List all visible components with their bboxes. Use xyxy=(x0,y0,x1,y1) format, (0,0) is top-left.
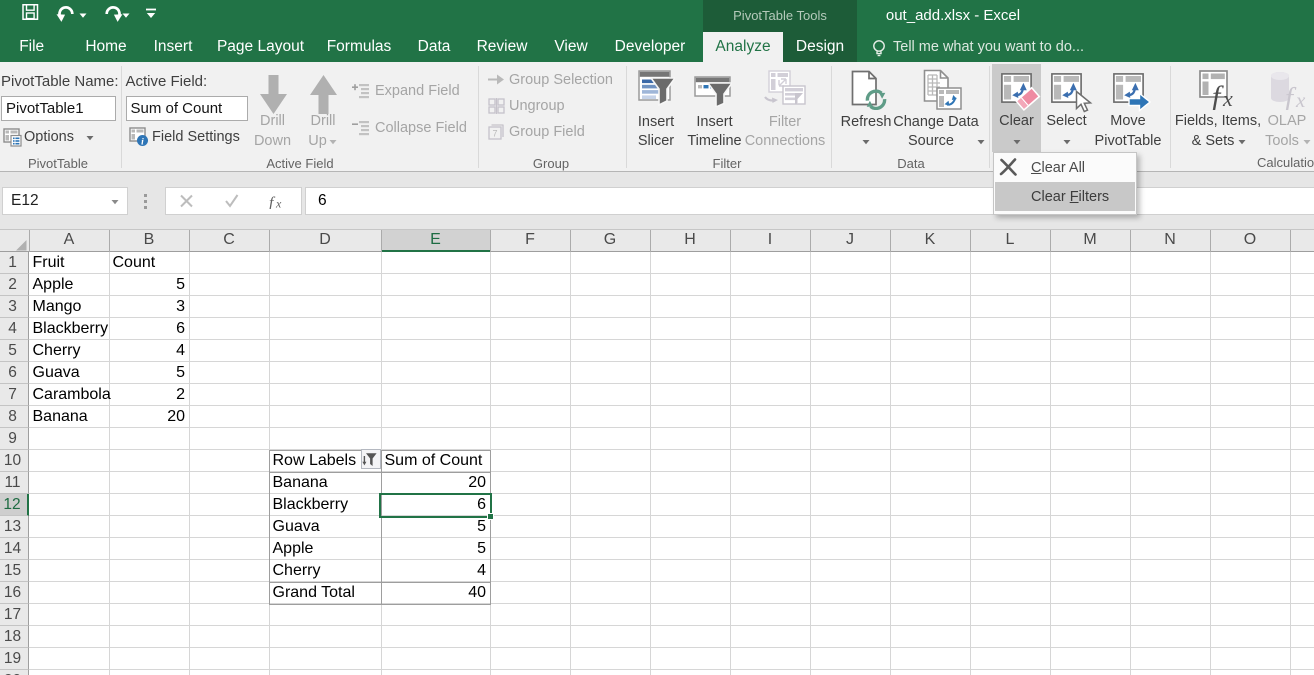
svg-text:x: x xyxy=(1222,86,1233,110)
svg-text:x: x xyxy=(1295,88,1306,110)
svg-text:x: x xyxy=(275,197,282,210)
svg-text:7: 7 xyxy=(492,129,497,139)
svg-text:f: f xyxy=(269,195,276,210)
svg-text:i: i xyxy=(141,138,144,148)
